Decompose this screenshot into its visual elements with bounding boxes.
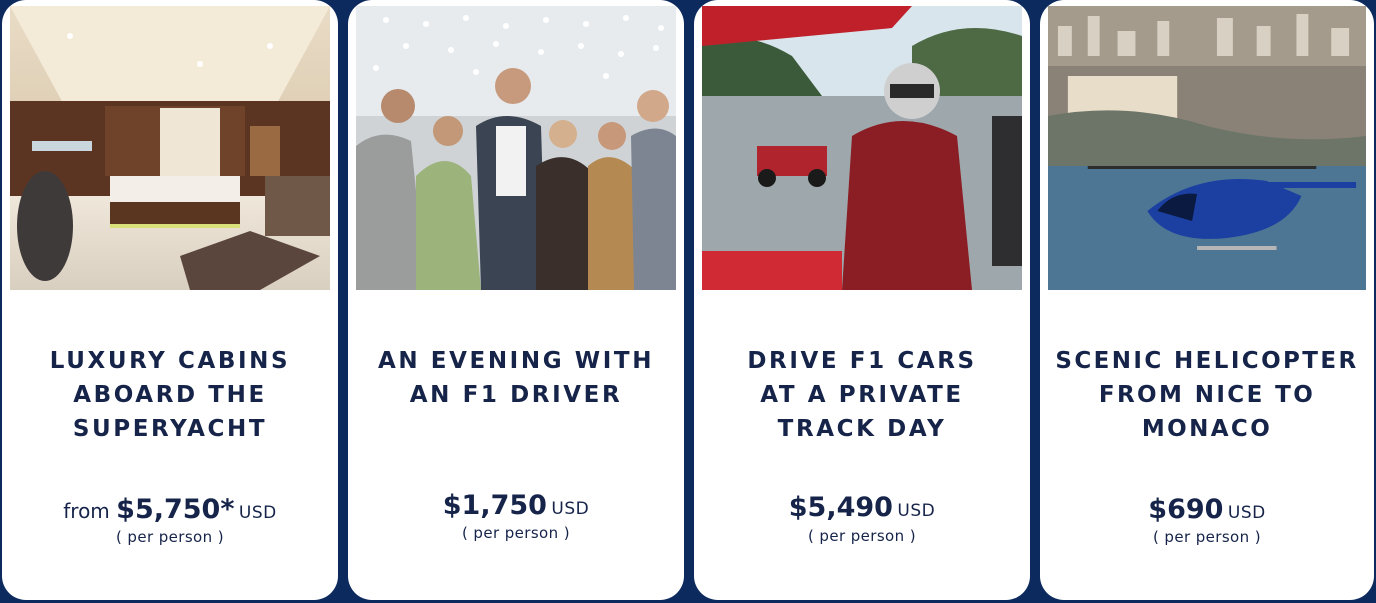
price-prefix: from xyxy=(63,499,117,523)
per-person-note: ( per person ) xyxy=(462,524,570,542)
price-amount: $5,750* xyxy=(116,494,235,525)
price-currency: USD xyxy=(238,503,277,523)
f1-driver-photo xyxy=(702,6,1022,290)
price-currency: USD xyxy=(551,499,590,519)
experience-cards-grid: LUXURY CABINS ABOARD THE SUPERYACHT from… xyxy=(0,0,1376,603)
price-currency: USD xyxy=(897,501,936,521)
per-person-note: ( per person ) xyxy=(1153,528,1261,546)
price-amount: $1,750 xyxy=(442,490,547,521)
card-title: DRIVE F1 CARS AT A PRIVATE TRACK DAY xyxy=(747,348,977,442)
experience-card-helicopter[interactable]: SCENIC HELICOPTER FROM NICE TO MONACO $6… xyxy=(1040,0,1374,600)
card-title: AN EVENING WITH AN F1 DRIVER xyxy=(377,348,655,408)
yacht-cabin-photo xyxy=(10,6,330,290)
experience-card-evening-with-driver[interactable]: AN EVENING WITH AN F1 DRIVER $1,750 USD … xyxy=(348,0,684,600)
price-line: $5,490 USD xyxy=(694,492,1030,523)
price-amount: $5,490 xyxy=(788,492,893,523)
price-line: $1,750 USD xyxy=(348,490,684,521)
group-photo xyxy=(356,6,676,290)
price-line: from $5,750* USD xyxy=(2,494,338,525)
price-amount: $690 xyxy=(1148,494,1224,525)
per-person-note: ( per person ) xyxy=(808,527,916,545)
price-currency: USD xyxy=(1227,503,1266,523)
card-title: SCENIC HELICOPTER FROM NICE TO MONACO xyxy=(1055,348,1359,442)
card-title: LUXURY CABINS ABOARD THE SUPERYACHT xyxy=(49,348,291,442)
experience-card-luxury-cabins[interactable]: LUXURY CABINS ABOARD THE SUPERYACHT from… xyxy=(2,0,338,600)
experience-card-f1-track-day[interactable]: DRIVE F1 CARS AT A PRIVATE TRACK DAY $5,… xyxy=(694,0,1030,600)
helicopter-monaco-photo xyxy=(1048,6,1366,290)
per-person-note: ( per person ) xyxy=(116,528,224,546)
price-line: $690 USD xyxy=(1040,494,1374,525)
